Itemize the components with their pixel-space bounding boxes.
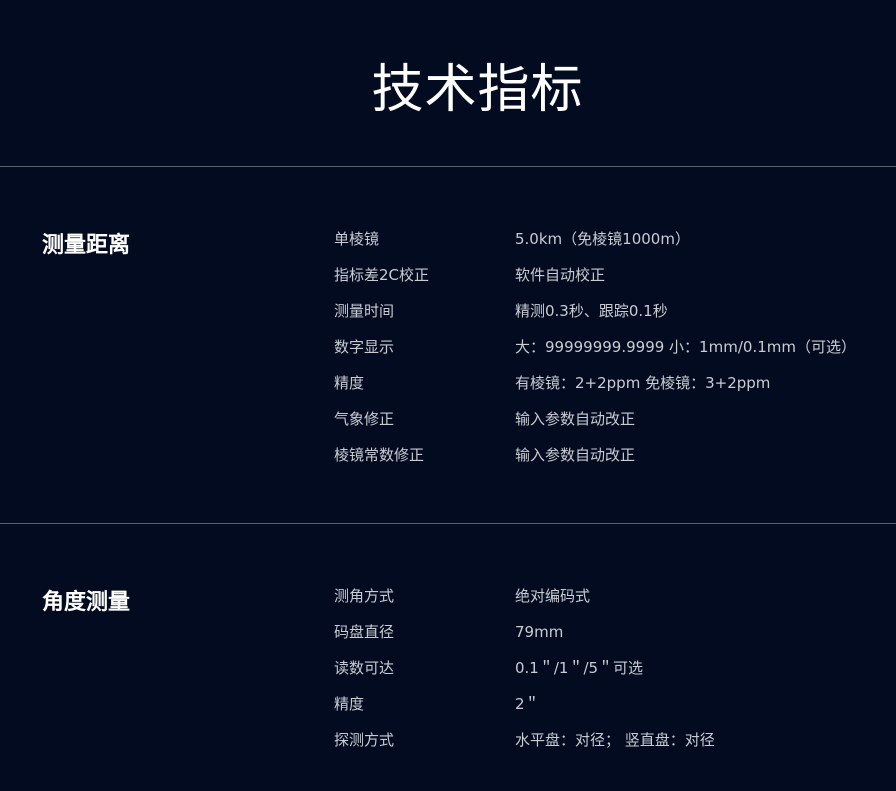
spec-label: 精度 [334,695,365,713]
page-title: 技术指标 [371,59,584,120]
spec-value: 0.1＂/1＂/5＂可选 [515,659,644,677]
spec-value: 软件自动校正 [515,266,606,284]
spec-label: 气象修正 [334,410,395,428]
spec-label: 棱镜常数修正 [334,446,425,464]
spec-value: 输入参数自动改正 [515,410,636,428]
spec-value: 2＂ [515,695,540,713]
spec-label: 测角方式 [334,587,395,605]
spec-value: 大：99999999.9999 小：1mm/0.1mm（可选） [515,338,856,356]
spec-label: 精度 [334,374,365,392]
spec-value: 输入参数自动改正 [515,446,636,464]
spec-label: 单棱镜 [334,230,380,248]
spec-value: 精测0.3秒、跟踪0.1秒 [515,302,668,320]
spec-value: 绝对编码式 [515,587,591,605]
section-divider [0,166,896,167]
section-title-angle: 角度测量 [42,590,131,615]
spec-label: 码盘直径 [334,623,395,641]
spec-value: 有棱镜：2+2ppm 免棱镜：3+2ppm [515,374,771,392]
spec-value: 水平盘：对径； 竖直盘：对径 [515,731,715,749]
spec-value: 5.0km（免棱镜1000m） [515,230,690,248]
spec-label: 读数可达 [334,659,395,677]
spec-label: 指标差2C校正 [334,266,430,284]
spec-label: 探测方式 [334,731,395,749]
section-divider [0,523,896,524]
spec-label: 测量时间 [334,302,395,320]
section-title-distance: 测量距离 [42,233,131,258]
spec-value: 79mm [515,623,564,641]
spec-label: 数字显示 [334,338,395,356]
